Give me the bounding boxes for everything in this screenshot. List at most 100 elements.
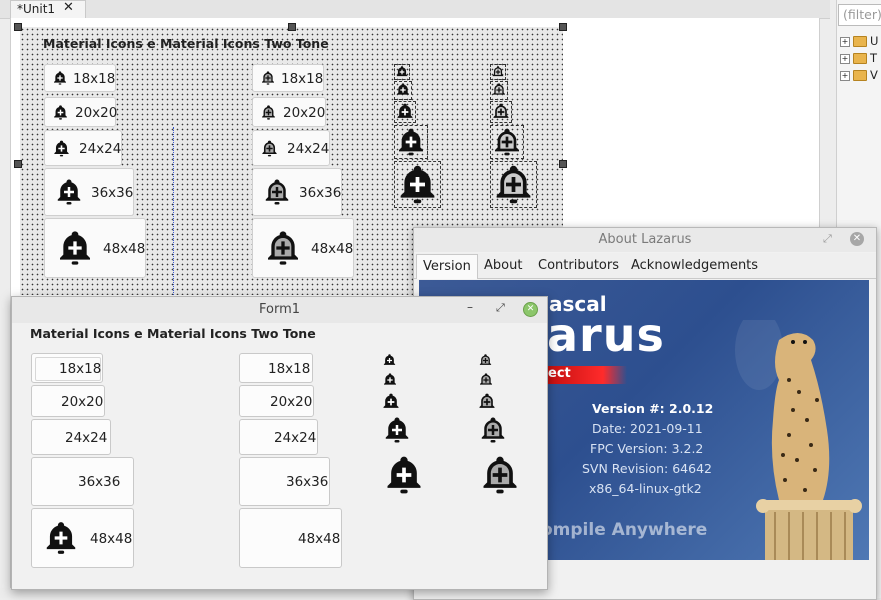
design-button-24-twotone[interactable]: 24x24 xyxy=(252,130,330,166)
bell-plus-icon xyxy=(46,522,76,554)
bell-plus-two-tone-icon xyxy=(479,393,495,408)
button-48[interactable]: 48x48 xyxy=(31,508,134,568)
button-18[interactable]: 18x18 xyxy=(31,353,103,383)
design-image-18-twotone[interactable] xyxy=(490,64,506,80)
resize-handle[interactable] xyxy=(559,23,567,31)
bell-plus-icon xyxy=(400,165,435,204)
folder-icon xyxy=(853,70,867,81)
close-icon[interactable]: ✕ xyxy=(523,302,538,317)
form1-heading: Material Icons e Material Icons Two Tone xyxy=(30,326,316,341)
design-button-20[interactable]: 20x20 xyxy=(44,97,117,127)
design-button-36[interactable]: 36x36 xyxy=(44,168,134,216)
design-image-36[interactable] xyxy=(394,125,428,159)
splash-word-lazarus: arus xyxy=(547,308,665,362)
bell-plus-icon xyxy=(54,105,67,120)
tab-acknowledgements[interactable]: Acknowledgements xyxy=(631,254,758,278)
close-icon[interactable]: ✕ xyxy=(850,232,864,246)
bell-plus-icon xyxy=(384,373,396,385)
design-button-20-twotone[interactable]: 20x20 xyxy=(252,97,326,127)
alignment-guide xyxy=(173,127,174,297)
bell-plus-icon xyxy=(387,456,421,494)
design-image-20[interactable] xyxy=(394,81,412,100)
designer-label-title: Material Icons e Material Icons Two Tone xyxy=(43,36,329,51)
bell-plus-two-tone-icon xyxy=(479,354,492,365)
bell-plus-icon xyxy=(60,231,90,265)
maximize-icon[interactable]: ⤢ xyxy=(496,301,505,315)
design-button-36-twotone[interactable]: 36x36 xyxy=(252,168,342,216)
bell-plus-two-tone-icon xyxy=(262,71,274,85)
button-20[interactable]: 20x20 xyxy=(31,385,105,417)
expand-icon[interactable]: + xyxy=(840,36,850,47)
bell-plus-icon xyxy=(57,179,81,205)
tab-contributors[interactable]: Contributors xyxy=(538,254,619,278)
bell-plus-two-tone-icon xyxy=(268,231,298,265)
design-image-24[interactable] xyxy=(394,101,416,123)
bell-plus-two-tone-icon xyxy=(493,83,505,95)
design-button-18[interactable]: 18x18 xyxy=(44,64,116,92)
bell-plus-icon xyxy=(399,128,423,156)
tree-item[interactable]: + U xyxy=(840,34,878,50)
tab-version[interactable]: Version xyxy=(416,254,478,279)
design-button-48[interactable]: 48x48 xyxy=(44,218,146,278)
tab-label: *Unit1 xyxy=(17,2,56,16)
design-image-18[interactable] xyxy=(394,64,410,80)
cheetah-illustration xyxy=(735,320,862,560)
design-button-18-twotone[interactable]: 18x18 xyxy=(252,64,324,92)
close-tab-icon[interactable]: ✕ xyxy=(63,0,74,16)
filter-input[interactable]: (filter) xyxy=(838,4,881,26)
button-20-twotone[interactable]: 20x20 xyxy=(239,385,314,417)
bell-plus-icon xyxy=(397,83,409,95)
design-button-48-twotone[interactable]: 48x48 xyxy=(252,218,354,278)
resize-handle[interactable] xyxy=(14,23,22,31)
bell-plus-two-tone-icon xyxy=(481,417,505,443)
button-36-twotone[interactable]: 36x36 xyxy=(239,457,330,506)
bell-plus-icon xyxy=(383,354,396,365)
bell-plus-two-tone-icon xyxy=(496,165,531,204)
bell-plus-two-tone-icon xyxy=(483,456,517,494)
platform-label: x86_64-linux-gtk2 xyxy=(589,481,702,496)
bell-plus-two-tone-icon xyxy=(495,128,519,156)
resize-handle[interactable] xyxy=(14,160,22,168)
folder-icon xyxy=(853,53,867,64)
resize-handle[interactable] xyxy=(288,23,296,31)
bell-plus-two-tone-icon xyxy=(493,103,509,118)
minimize-icon[interactable]: – xyxy=(467,300,473,314)
version-label: Version #: 2.0.12 xyxy=(592,401,714,416)
tree-item[interactable]: + V xyxy=(840,68,878,84)
design-image-48-twotone[interactable] xyxy=(490,161,537,208)
design-image-24-twotone[interactable] xyxy=(490,101,512,123)
editor-tabbar xyxy=(0,0,830,19)
button-36[interactable]: 36x36 xyxy=(31,457,134,506)
expand-icon[interactable]: + xyxy=(840,53,850,64)
design-image-36-twotone[interactable] xyxy=(490,125,524,159)
bell-plus-two-tone-icon xyxy=(492,66,504,77)
bell-plus-icon xyxy=(54,140,69,157)
form1-window: Form1 – ⤢ ✕ Material Icons e Material Ic… xyxy=(11,296,548,590)
bell-plus-icon xyxy=(397,103,413,118)
button-18-twotone[interactable]: 18x18 xyxy=(239,353,313,383)
expand-icon[interactable]: + xyxy=(840,70,850,81)
bell-plus-icon xyxy=(54,71,66,85)
design-image-48[interactable] xyxy=(394,161,441,208)
maximize-icon[interactable]: ⤢ xyxy=(823,232,832,246)
splash-ribbon-text: ect xyxy=(548,366,571,381)
bell-plus-two-tone-icon xyxy=(265,179,289,205)
bell-plus-icon xyxy=(383,393,399,408)
button-24-twotone[interactable]: 24x24 xyxy=(239,419,318,455)
folder-icon xyxy=(853,36,867,47)
svn-revision-label: SVN Revision: 64642 xyxy=(582,461,712,476)
design-image-20-twotone[interactable] xyxy=(490,81,508,100)
fpc-version-label: FPC Version: 3.2.2 xyxy=(590,441,704,456)
tree-item[interactable]: + T xyxy=(840,51,877,67)
tab-unit1[interactable]: *Unit1 ✕ xyxy=(10,0,86,19)
bell-plus-two-tone-icon xyxy=(480,373,492,385)
bell-plus-icon xyxy=(385,417,409,443)
resize-handle[interactable] xyxy=(559,160,567,168)
date-label: Date: 2021-09-11 xyxy=(592,421,703,436)
tab-about[interactable]: About xyxy=(484,254,522,278)
button-24[interactable]: 24x24 xyxy=(31,419,111,455)
bell-plus-icon xyxy=(396,66,408,77)
button-48-twotone[interactable]: 48x48 xyxy=(239,508,342,568)
bell-plus-two-tone-icon xyxy=(262,140,277,157)
design-button-24[interactable]: 24x24 xyxy=(44,130,122,166)
